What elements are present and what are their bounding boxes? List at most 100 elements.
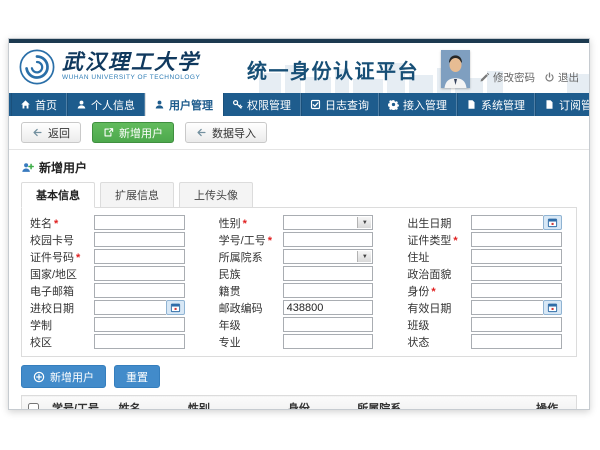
tab-basic-info[interactable]: 基本信息 [21,182,95,208]
plus-circle-icon [33,371,45,383]
valid-date-input[interactable] [471,300,543,315]
select-all-header [22,396,49,411]
form-field-campus-card-no: 校园卡号 [30,232,219,248]
change-password-link[interactable]: 修改密码 [479,70,535,85]
form-row: 姓名*性别*▼出生日期 [30,214,568,231]
form-field-grade: 年级 [219,317,408,333]
tab-upload-avatar[interactable]: 上传头像 [179,182,253,208]
form-field-address: 住址 [407,249,568,265]
schooling-length-input[interactable] [94,317,185,332]
native-place-input[interactable] [283,283,374,298]
entry-date-label: 进校日期 [30,300,94,316]
nav-tab-label: 订阅管理 [559,97,590,113]
id-number-input[interactable] [94,249,185,264]
back-button[interactable]: 返回 [21,122,81,143]
tab-label: 上传头像 [194,190,238,202]
form-row: 证件号码*所属院系▼住址 [30,248,568,265]
native-place-label: 籍贯 [219,283,283,299]
form-row: 校区专业状态 [30,333,568,350]
form-field-birth-date: 出生日期 [407,215,568,231]
country-region-input[interactable] [94,266,185,281]
birth-date-input[interactable] [471,215,543,230]
form-field-student-id: 学号/工号* [219,232,408,248]
nav-tab-access[interactable]: 接入管理 [379,93,457,116]
user-avatar[interactable] [441,50,470,88]
form-field-email: 电子邮箱 [30,283,219,299]
form-field-class: 班级 [407,317,568,333]
identity-input[interactable] [471,283,562,298]
required-asterisk: * [268,235,272,247]
valid-date-label: 有效日期 [407,300,471,316]
chevron-down-icon[interactable]: ▼ [357,217,371,228]
select-all-checkbox[interactable] [28,403,39,410]
department-select[interactable]: ▼ [283,249,374,264]
form-field-major: 专业 [219,334,408,350]
campus-card-no-label: 校园卡号 [30,232,94,248]
nav-tab-profile[interactable]: 个人信息 [67,93,145,116]
class-input[interactable] [471,317,562,332]
student-id-label: 学号/工号* [219,232,283,248]
import-arrow-icon [196,127,207,138]
nav-tab-logs[interactable]: 日志查询 [301,93,379,116]
valid-date-field [471,300,562,315]
export-icon [103,127,114,138]
back-arrow-icon [32,127,43,138]
form-row: 国家/地区民族政治面貌 [30,265,568,282]
name-input[interactable] [94,215,185,230]
id-type-input[interactable] [471,232,562,247]
identity-label: 身份* [407,283,471,299]
university-logo [19,49,55,85]
form-field-gender: 性别* ▼ [219,215,408,231]
entry-date-field [94,300,185,315]
calendar-icon[interactable] [543,215,562,230]
email-input[interactable] [94,283,185,298]
form-field-native-place: 籍贯 [219,283,408,299]
nav-tab-home[interactable]: 首页 [11,93,67,116]
university-name-cn: 武汉理工大学 [62,51,200,73]
status-input[interactable] [471,334,562,349]
form-row: 进校日期 邮政编码 有效日期 [30,299,568,316]
address-input[interactable] [471,249,562,264]
entry-date-input[interactable] [94,300,166,315]
tab-extended-info[interactable]: 扩展信息 [100,182,174,208]
nav-tab-subscription[interactable]: 订阅管理 [535,93,590,116]
reset-button[interactable]: 重置 [114,365,160,388]
doc-icon [466,99,477,110]
submit-add-user-button[interactable]: 新增用户 [21,365,106,388]
data-import-button[interactable]: 数据导入 [185,122,267,143]
university-name-en: WUHAN UNIVERSITY OF TECHNOLOGY [62,74,200,81]
nav-tab-users[interactable]: 用户管理 [145,93,223,116]
calendar-icon[interactable] [166,300,185,315]
tab-label: 扩展信息 [115,190,159,202]
logout-link[interactable]: 退出 [544,70,579,85]
country-region-label: 国家/地区 [30,266,94,282]
id-number-label: 证件号码* [30,249,94,265]
gender-select[interactable]: ▼ [283,215,374,230]
add-user-icon [21,161,34,174]
gender-label: 性别* [219,215,283,231]
form-field-campus: 校区 [30,334,219,350]
postal-code-label: 邮政编码 [219,300,283,316]
required-asterisk: * [453,235,457,247]
student-id-input[interactable] [283,232,374,247]
grade-label: 年级 [219,317,283,333]
ethnicity-input[interactable] [283,266,374,281]
form-panel: 姓名*性别*▼出生日期校园卡号学号/工号*证件类型*证件号码*所属院系▼住址国家… [21,207,577,357]
campus-input[interactable] [94,334,185,349]
nav-tab-system[interactable]: 系统管理 [457,93,535,116]
form-field-country-region: 国家/地区 [30,266,219,282]
toolbar: 返回 新增用户 数据导入 [9,116,589,150]
form-field-status: 状态 [407,334,568,350]
chevron-down-icon[interactable]: ▼ [357,251,371,262]
nav-tab-permissions[interactable]: 权限管理 [223,93,301,116]
form-row: 学制年级班级 [30,316,568,333]
calendar-icon[interactable] [543,300,562,315]
postal-code-input[interactable] [283,300,374,315]
campus-card-no-input[interactable] [94,232,185,247]
reset-button-label: 重置 [126,369,148,385]
section-title: 新增用户 [9,150,589,182]
grade-input[interactable] [283,317,374,332]
add-user-toolbar-button[interactable]: 新增用户 [92,122,174,143]
major-input[interactable] [283,334,374,349]
political-status-input[interactable] [471,266,562,281]
